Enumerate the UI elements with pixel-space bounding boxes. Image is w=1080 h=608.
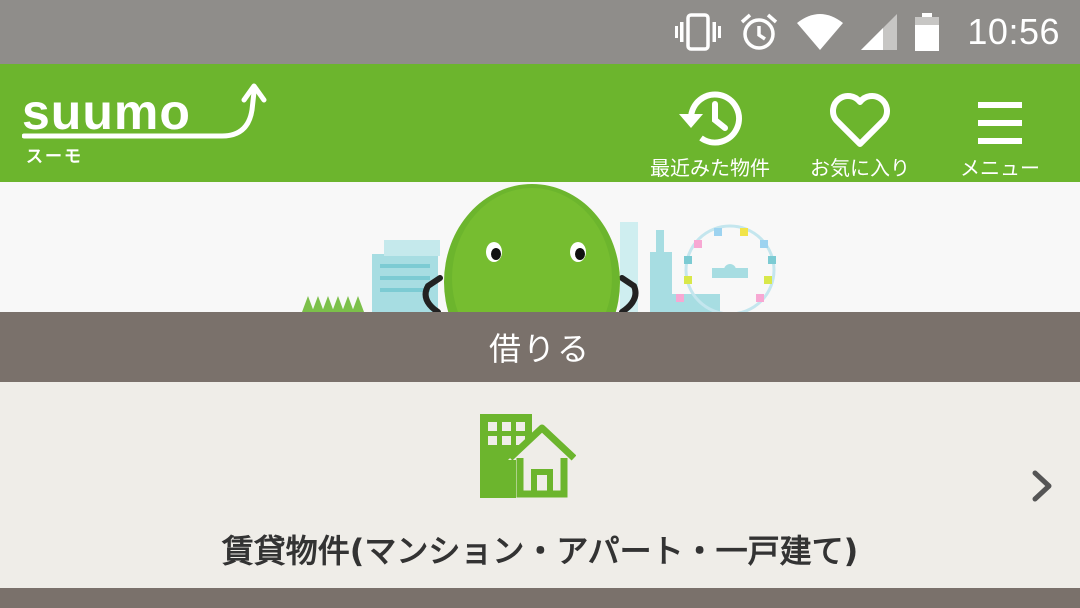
history-icon <box>677 64 743 148</box>
favorites-button[interactable]: お気に入り <box>800 64 920 182</box>
favorites-label: お気に入り <box>810 156 910 180</box>
trees <box>302 296 364 312</box>
clock: 10:56 <box>967 11 1060 52</box>
logo-arrow-icon <box>22 83 267 139</box>
recent-items-label: 最近みた物件 <box>650 156 770 180</box>
status-bar: 10:56 <box>0 0 1080 64</box>
wifi-icon <box>797 13 844 51</box>
vibrate-icon <box>675 12 722 52</box>
apartment-house-icon <box>480 414 577 502</box>
menu-button[interactable]: メニュー <box>950 64 1050 182</box>
cell-signal-icon <box>861 14 898 50</box>
alarm-icon <box>739 12 779 52</box>
rental-properties-item[interactable]: 賃貸物件(マンション・アパート・一戸建て) <box>0 384 1080 588</box>
heart-icon <box>829 64 891 148</box>
menu-label: メニュー <box>960 156 1040 180</box>
app-header: suumo スーモ 最近みた物件 お気に入り メニュー <box>0 64 1080 182</box>
recent-items-button[interactable]: 最近みた物件 <box>640 64 780 182</box>
suumo-logo[interactable]: suumo スーモ <box>22 80 272 170</box>
logo-subtitle: スーモ <box>26 147 83 167</box>
rental-properties-label: 賃貸物件(マンション・アパート・一戸建て) <box>221 532 859 570</box>
suumo-mascot <box>422 184 639 312</box>
section-header-rent: 借りる <box>0 312 1080 382</box>
section-title: 借りる <box>488 330 591 368</box>
chevron-right-icon <box>1030 468 1054 508</box>
next-section-bar <box>0 588 1080 608</box>
hero-illustration <box>0 182 1080 312</box>
battery-icon <box>915 13 940 51</box>
hamburger-icon <box>976 64 1024 148</box>
